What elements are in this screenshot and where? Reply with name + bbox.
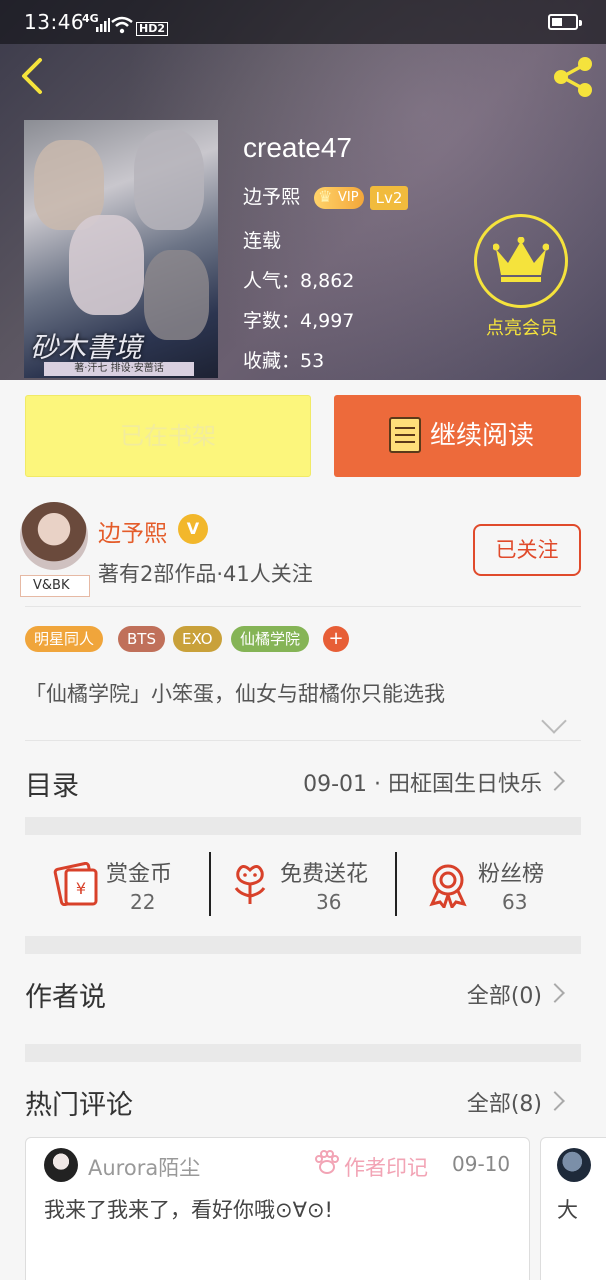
add-tag-button[interactable]: + — [323, 626, 349, 652]
avatar-frame-tag: V&BK — [20, 575, 90, 597]
toc-label[interactable]: 目录 — [25, 764, 79, 803]
divider — [25, 606, 581, 607]
free-flowers[interactable]: 免费送花 36 — [230, 850, 390, 920]
status-bar: 13:46 4G HD2 — [0, 0, 606, 44]
wifi-icon — [111, 16, 133, 34]
free-flowers-label: 免费送花 — [280, 862, 369, 887]
book-info: create47 边予熙VIPLv2 连载 人气：8,862 字数：4,997 … — [243, 130, 409, 372]
book-detail-screen: 13:46 4G HD2 砂木書境 著·汗七 排设·安蔷话 create47 边… — [0, 0, 606, 1280]
comment-card[interactable]: Aurora陌尘 作者印记 09-10 我来了我来了，看好你哦⊙∀⊙! — [25, 1137, 530, 1280]
reward-coins-label: 赏金币 — [106, 862, 173, 887]
book-cover[interactable]: 砂木書境 著·汗七 排设·安蔷话 — [24, 120, 218, 378]
share-icon[interactable] — [550, 54, 596, 100]
chevron-right-icon[interactable] — [545, 1091, 565, 1111]
hot-comments-label[interactable]: 热门评论 — [25, 1083, 133, 1122]
comment-date: 09-10 — [452, 1152, 511, 1176]
tag[interactable]: EXO — [173, 626, 222, 652]
cover-title: 砂木書境 — [30, 331, 143, 364]
section-gap — [25, 936, 581, 954]
verified-badge: V — [178, 514, 208, 544]
comment-text: 我来了我来了，看好你哦⊙∀⊙! — [44, 1198, 333, 1222]
crown-icon — [493, 237, 549, 282]
tag[interactable]: BTS — [118, 626, 165, 652]
continue-reading-label: 继续阅读 — [430, 421, 535, 451]
author-mark-label: 作者印记 — [344, 1156, 428, 1180]
vip-badge: VIP — [314, 186, 364, 209]
book-author[interactable]: 边予熙 — [243, 186, 300, 208]
chevron-down-icon[interactable] — [541, 708, 567, 734]
hot-comments-all[interactable]: 全部(8) — [467, 1086, 542, 1118]
toc-latest-chapter[interactable]: 09-01 · 田柾国生日快乐 — [303, 766, 542, 798]
tag[interactable]: 仙橘学院 — [231, 626, 310, 652]
status-time: 13:46 — [24, 10, 85, 34]
section-gap — [25, 1044, 581, 1062]
author-name[interactable]: 边予熙 — [98, 514, 167, 548]
fan-ranking-count: 63 — [502, 890, 528, 914]
follow-button[interactable]: 已关注 — [473, 524, 581, 576]
on-shelf-button[interactable]: 已在书架 — [25, 395, 311, 477]
signal-icon — [96, 18, 110, 32]
author-avatar[interactable] — [20, 502, 88, 570]
fan-ranking[interactable]: 粉丝榜 63 — [428, 850, 558, 920]
comment-card[interactable]: 大 — [540, 1137, 606, 1280]
author-row: 边予熙 VIPLv2 — [243, 182, 409, 210]
battery-icon — [548, 14, 582, 30]
back-icon[interactable] — [16, 56, 56, 96]
chevron-right-icon[interactable] — [545, 983, 565, 1003]
svg-text:¥: ¥ — [76, 879, 86, 898]
book-blurb: 「仙橘学院」小笨蛋，仙女与甜橘你只能选我 — [25, 682, 445, 706]
continue-reading-button[interactable]: 继续阅读 — [334, 395, 581, 477]
cover-figure — [134, 130, 204, 230]
medal-icon — [429, 864, 467, 908]
tag[interactable]: 明星同人 — [25, 626, 104, 652]
divider — [209, 852, 211, 916]
cover-credit: 著·汗七 排设·安蔷话 — [44, 362, 194, 376]
author-meta: 著有2部作品·41人关注 — [98, 562, 313, 586]
book-word-count: 字数：4,997 — [243, 310, 355, 332]
hd-indicator: HD2 — [136, 22, 168, 36]
book-status: 连载 — [243, 230, 282, 252]
flower-icon — [234, 865, 266, 904]
comment-user[interactable]: Aurora陌尘 — [88, 1152, 200, 1182]
level-badge: Lv2 — [369, 185, 409, 210]
section-gap — [25, 817, 581, 835]
reward-coins-count: 22 — [130, 890, 156, 914]
divider — [25, 740, 581, 741]
avatar[interactable] — [44, 1148, 78, 1182]
book-icon — [389, 417, 421, 453]
divider — [395, 852, 397, 916]
avatar[interactable] — [557, 1148, 591, 1182]
author-says-all[interactable]: 全部(0) — [467, 978, 542, 1010]
reward-coins[interactable]: ¥ 赏金币 22 — [52, 850, 202, 920]
author-says-label[interactable]: 作者说 — [25, 975, 106, 1014]
book-title: create47 — [243, 132, 352, 163]
cover-figure — [69, 215, 144, 315]
free-flowers-count: 36 — [316, 890, 342, 914]
paw-icon — [315, 1150, 339, 1174]
fan-ranking-label: 粉丝榜 — [478, 862, 545, 887]
comment-text: 大 — [557, 1198, 578, 1222]
red-envelope-icon: ¥ — [53, 862, 98, 906]
member-button[interactable] — [474, 214, 568, 308]
chevron-right-icon[interactable] — [545, 771, 565, 791]
book-popularity: 人气：8,862 — [243, 270, 355, 292]
member-label[interactable]: 点亮会员 — [470, 314, 574, 340]
book-favorites: 收藏：53 — [243, 350, 325, 372]
